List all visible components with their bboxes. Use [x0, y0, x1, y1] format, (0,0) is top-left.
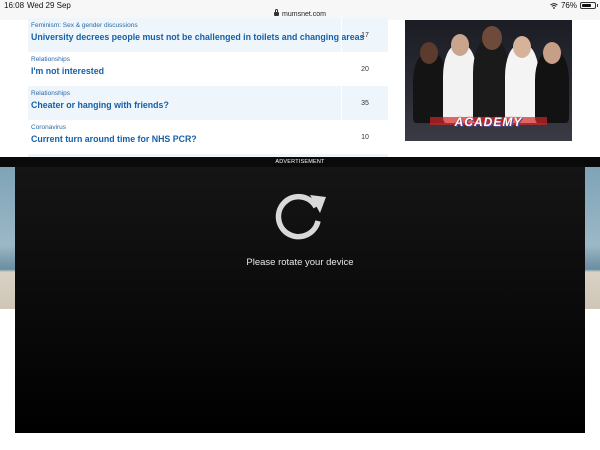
thread-category[interactable]: Coronavirus	[31, 124, 66, 131]
thread-category[interactable]: Relationships	[31, 90, 70, 97]
reply-count: 35	[341, 86, 388, 120]
thread-category[interactable]: Feminism: Sex & gender discussions	[31, 22, 138, 29]
battery-percent: 76%	[560, 1, 577, 10]
reply-count: 17	[341, 18, 388, 52]
status-time: 16:08	[4, 1, 25, 10]
reply-count: 10	[341, 120, 388, 154]
status-indicators: 76%	[550, 1, 598, 10]
figure-head	[482, 26, 502, 50]
figure-head	[420, 42, 438, 64]
rotate-message: Please rotate your device	[246, 257, 354, 268]
thread-row[interactable]: Relationships Cheater or hanging with fr…	[28, 86, 388, 120]
wifi-icon	[550, 2, 558, 9]
academy-logo: ACADEMY	[454, 115, 523, 129]
battery-icon	[580, 2, 598, 9]
figure-head	[513, 36, 531, 58]
lock-icon	[274, 9, 280, 16]
thread-title[interactable]: I'm not interested	[31, 66, 104, 76]
thread-category[interactable]: Relationships	[31, 56, 70, 63]
thread-list: Feminism: Sex & gender discussions Unive…	[28, 18, 388, 164]
figure-shape	[473, 39, 509, 123]
ad-label: ADVERTISEMENT	[0, 157, 600, 167]
rotate-icon	[272, 187, 328, 243]
status-bar: 16:08 Wed 29 Sep mumsnet.com 76%	[0, 0, 600, 20]
thread-title[interactable]: Cheater or hanging with friends?	[31, 100, 169, 110]
address-bar[interactable]: mumsnet.com	[0, 9, 600, 18]
advertisement-panel[interactable]: Please rotate your device	[15, 167, 585, 433]
figure-head	[543, 42, 561, 64]
thread-title[interactable]: University decrees people must not be ch…	[31, 32, 364, 42]
background-image-left	[0, 167, 15, 309]
status-date: Wed 29 Sep	[27, 1, 71, 10]
figure-head	[451, 34, 469, 56]
side-ad-image[interactable]: ACADEMY	[405, 20, 572, 141]
figure-shape	[443, 45, 477, 123]
thread-row[interactable]: Coronavirus Current turn around time for…	[28, 120, 388, 154]
thread-row[interactable]: Relationships I'm not interested 20	[28, 52, 388, 86]
thread-title[interactable]: Current turn around time for NHS PCR?	[31, 134, 197, 144]
address-url: mumsnet.com	[282, 11, 326, 18]
background-image-right	[585, 167, 600, 309]
thread-row[interactable]: Feminism: Sex & gender discussions Unive…	[28, 18, 388, 52]
reply-count: 20	[341, 52, 388, 86]
battery-fill	[582, 4, 591, 7]
